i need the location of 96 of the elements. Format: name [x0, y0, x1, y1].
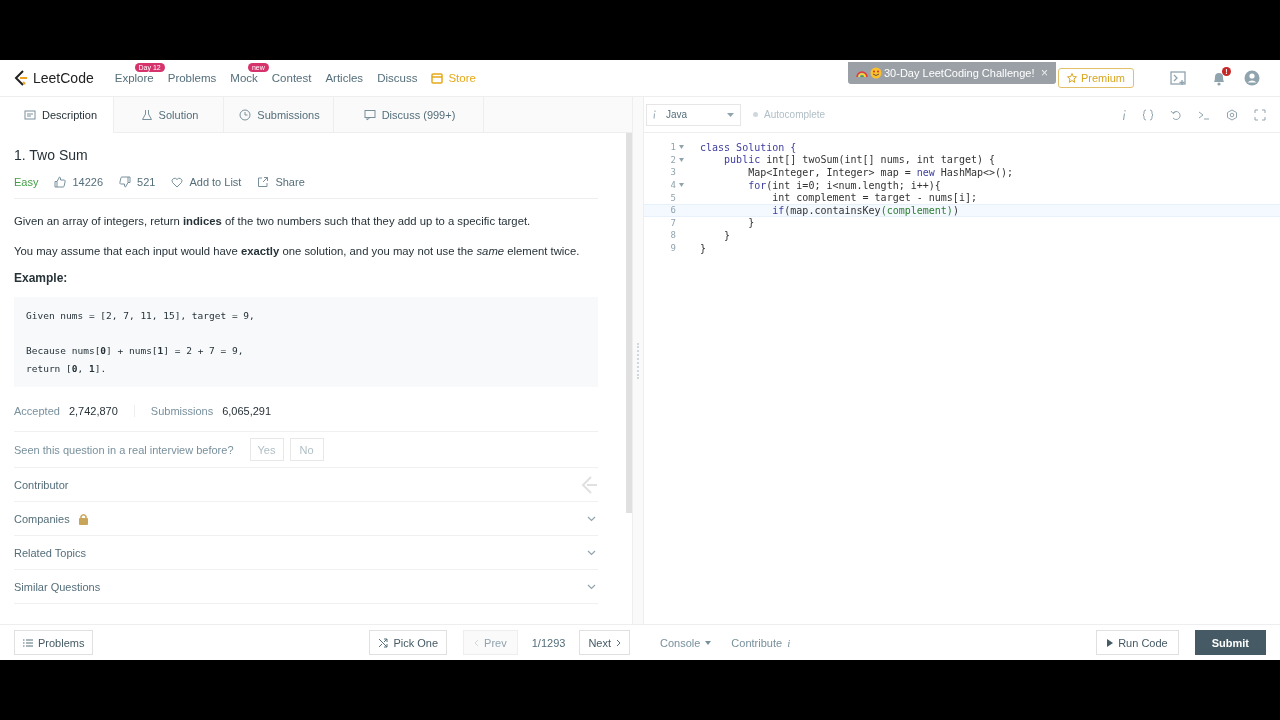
- avatar-icon[interactable]: [1244, 70, 1260, 86]
- line-number: 8: [670, 230, 676, 241]
- nav-link[interactable]: Articles: [318, 72, 371, 84]
- chevron-left-icon: [474, 638, 480, 647]
- share-button[interactable]: Share: [257, 176, 305, 188]
- banner-text: 30-Day LeetCoding Challenge!: [884, 67, 1035, 79]
- example-code-block: Given nums = [2, 7, 11, 15], target = 9, Because nums[0] + nums[1] = 2 + 7 = 9, return [0, 1].: [14, 297, 598, 387]
- chevron-right-icon: [616, 638, 621, 647]
- run-code-button[interactable]: Run Code: [1096, 630, 1179, 655]
- nav-link[interactable]: Contest: [264, 72, 319, 84]
- difficulty-label: Easy: [14, 176, 39, 188]
- submit-button[interactable]: Submit: [1194, 630, 1266, 655]
- flask-icon: [140, 109, 153, 121]
- dislike-button[interactable]: 521: [119, 176, 156, 188]
- logo-text: LeetCode: [33, 70, 94, 86]
- code-line: class Solution {: [699, 141, 797, 153]
- info-icon: [653, 110, 656, 119]
- interview-question: Seen this question in a real interview before?: [14, 443, 234, 456]
- code-line: public int[] twoSum(int[] nums, int target) {: [723, 154, 995, 166]
- chevron-down-icon: [587, 583, 596, 590]
- line-number: 1: [670, 142, 676, 153]
- description-paragraph: Given an array of integers, return indices of the two numbers such that they add up to a specific target.: [14, 214, 532, 229]
- settings-icon[interactable]: [1226, 108, 1238, 121]
- code-line: }: [747, 217, 755, 229]
- language-select[interactable]: Java: [646, 103, 741, 126]
- code-line: }: [723, 229, 731, 241]
- next-button[interactable]: Next: [579, 630, 630, 655]
- code-line: }: [699, 242, 707, 254]
- fold-arrow-icon[interactable]: [679, 145, 684, 150]
- store-icon: [431, 72, 444, 84]
- smiley-icon: [870, 67, 882, 79]
- lock-icon: [77, 512, 89, 525]
- list-icon: [23, 638, 33, 647]
- line-number: 7: [670, 217, 676, 228]
- tab[interactable]: Discuss (999+): [334, 97, 484, 133]
- rainbow-icon: [856, 68, 868, 78]
- problem-title: 1. Two Sum: [14, 147, 89, 163]
- description-icon: [24, 109, 36, 121]
- stat-label: Accepted: [14, 405, 60, 417]
- section-row[interactable]: Companies: [14, 502, 598, 536]
- fullscreen-icon[interactable]: [1254, 108, 1266, 121]
- problems-button[interactable]: Problems: [14, 630, 94, 655]
- fold-arrow-icon[interactable]: [679, 157, 684, 162]
- problem-position: 1/1293: [531, 636, 566, 649]
- resize-handle[interactable]: [632, 97, 644, 624]
- nav-link[interactable]: Discuss: [370, 72, 425, 84]
- add-to-list-button[interactable]: Add to List: [171, 176, 242, 188]
- section-row[interactable]: Similar Questions: [14, 570, 598, 604]
- stat-value: 2,742,870: [68, 405, 118, 417]
- logo-icon: [580, 474, 598, 495]
- line-number: 4: [670, 180, 676, 191]
- line-number: 3: [670, 167, 676, 178]
- fold-arrow-icon[interactable]: [679, 183, 684, 188]
- section-row[interactable]: Contributor: [14, 468, 598, 502]
- chevron-down-icon: [587, 515, 596, 522]
- example-heading: Example:: [14, 271, 69, 285]
- heart-icon: [171, 176, 184, 188]
- clock-icon: [239, 109, 252, 121]
- chevron-down-icon: [587, 549, 596, 556]
- contribute-link[interactable]: Contribute i: [731, 636, 791, 649]
- line-number: 9: [670, 243, 676, 254]
- tab[interactable]: Submissions: [224, 97, 334, 133]
- description-paragraph: You may assume that each input would have exactly one solution, and you may not use the same element twice.: [14, 244, 581, 259]
- thumbs-up-icon: [54, 176, 67, 188]
- play-icon: [1107, 638, 1114, 647]
- section-row[interactable]: Related Topics: [14, 536, 598, 570]
- logo-icon: [14, 70, 28, 86]
- share-icon: [257, 176, 270, 188]
- line-number: 5: [670, 192, 676, 203]
- nav-link[interactable]: Explore: [107, 72, 161, 84]
- tab[interactable]: Solution: [114, 97, 224, 133]
- line-number: 6: [670, 205, 676, 216]
- nav-link[interactable]: Problems: [160, 72, 224, 84]
- like-button[interactable]: 14226: [54, 176, 104, 188]
- pick-one-button[interactable]: Pick One: [369, 630, 448, 655]
- thumbs-down-icon: [119, 176, 132, 188]
- star-icon: [1067, 73, 1077, 83]
- stat-label: Submissions: [150, 405, 214, 417]
- bell-icon[interactable]: [1212, 70, 1226, 86]
- caret-icon: [705, 640, 712, 645]
- tab[interactable]: Description: [0, 97, 114, 133]
- info-icon[interactable]: [1122, 108, 1126, 121]
- stat-value: 6,065,291: [222, 405, 272, 417]
- line-number: 2: [670, 154, 676, 165]
- shuffle-icon: [378, 637, 389, 648]
- console-toggle[interactable]: Console: [660, 636, 712, 649]
- braces-icon[interactable]: [1142, 108, 1154, 121]
- reset-icon[interactable]: [1170, 108, 1182, 121]
- code-line: Map<Integer, Integer> map = new HashMap<>();: [747, 167, 1014, 178]
- code-line: for(int i=0; i<num.length; i++){: [747, 179, 941, 191]
- terminal-plus-icon[interactable]: [1170, 71, 1188, 85]
- caret-icon: [727, 112, 734, 117]
- code-line: if(map.containsKey(complement)): [771, 204, 959, 216]
- comment-icon: [363, 109, 376, 121]
- nav-link[interactable]: Mock: [223, 72, 265, 84]
- code-line: int complement = target - nums[i];: [771, 192, 977, 204]
